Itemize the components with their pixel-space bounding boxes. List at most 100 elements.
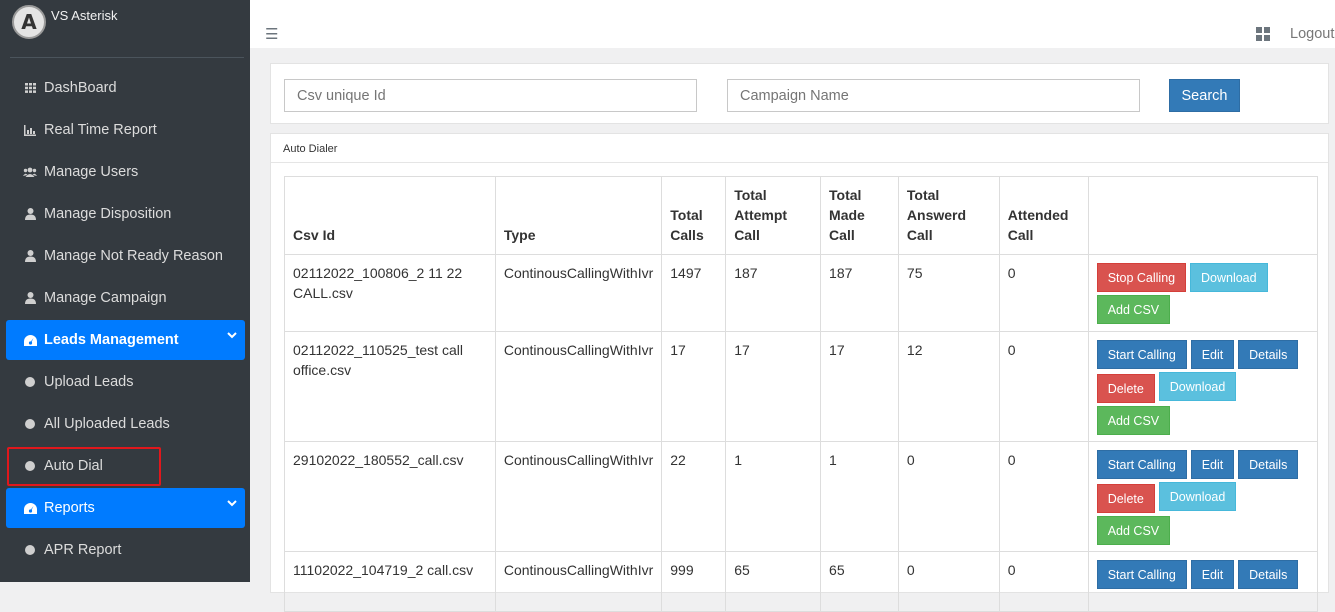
sidebar-item-leads-management[interactable]: Leads Management	[6, 320, 245, 360]
cell-total-made: 187	[820, 254, 899, 332]
sidebar-item-label: Manage Users	[44, 164, 139, 180]
sidebar-item-all-uploaded-leads[interactable]: All Uploaded Leads	[6, 404, 245, 444]
apps-grid-icon[interactable]	[1256, 27, 1270, 41]
brand-name: VS Asterisk	[51, 8, 118, 23]
sidebar-item-apr-report[interactable]: APR Report	[6, 530, 245, 570]
brand[interactable]: A VS Asterisk	[0, 0, 250, 46]
download-button[interactable]: Download	[1158, 372, 1237, 401]
column-header-type[interactable]: Type	[494, 176, 663, 255]
column-header-total-attempt-call[interactable]: Total Attempt Call	[725, 176, 822, 255]
start-calling-button[interactable]: Start Calling	[1096, 450, 1187, 479]
search-card: Search	[270, 63, 1329, 124]
cell-total-made: 17	[820, 331, 899, 442]
cell-total-made: 1	[820, 441, 899, 552]
sidebar-item-label: Leads Management	[44, 332, 179, 348]
sidebar-item-label: Real Time Report	[44, 122, 157, 138]
table-row: 02112022_100806_2 11 22 CALL.csv Contino…	[284, 254, 1319, 332]
download-button[interactable]: Download	[1190, 263, 1268, 292]
logout-link[interactable]: Logout	[1290, 26, 1334, 42]
cell-type: ContinousCallingWithIvr	[494, 254, 663, 332]
edit-button[interactable]: Edit	[1190, 450, 1235, 479]
table-row: 29102022_180552_call.csv ContinousCallin…	[284, 441, 1319, 552]
details-button[interactable]: Details	[1238, 450, 1299, 479]
add-csv-button[interactable]: Add CSV	[1096, 406, 1171, 435]
sidebar-item-manage-users[interactable]: Manage Users	[6, 152, 245, 192]
circle-icon	[22, 545, 38, 555]
column-header-actions	[1087, 176, 1319, 255]
sidebar-item-label: Reports	[44, 500, 95, 516]
cell-total-calls: 1497	[661, 254, 727, 332]
campaign-name-input[interactable]	[727, 79, 1140, 112]
user-icon	[22, 208, 38, 220]
cell-attended: 0	[998, 331, 1089, 442]
sidebar: A VS Asterisk DashBoard Real Time Report…	[0, 0, 250, 582]
download-button[interactable]: Download	[1158, 482, 1237, 511]
sidebar-item-real-time-report[interactable]: Real Time Report	[6, 110, 245, 150]
add-csv-button[interactable]: Add CSV	[1096, 516, 1171, 545]
circle-icon	[22, 377, 38, 387]
cell-total-answerd: 75	[897, 254, 1000, 332]
cell-attended: 0	[998, 254, 1089, 332]
sidebar-item-label: Manage Campaign	[44, 290, 167, 306]
cell-type: ContinousCallingWithIvr	[494, 331, 663, 442]
cell-total-attempt: 1	[725, 441, 822, 552]
gauge-icon	[22, 502, 38, 514]
circle-icon	[22, 419, 38, 429]
column-header-csv-id[interactable]: Csv Id	[284, 176, 496, 255]
cell-type: ContinousCallingWithIvr	[494, 441, 663, 552]
add-csv-button[interactable]: Add CSV	[1096, 295, 1171, 324]
auto-dialer-table: Csv Id Type Total Calls Total Attempt Call …	[284, 176, 1319, 612]
sidebar-item-manage-disposition[interactable]: Manage Disposition	[6, 194, 245, 234]
sidebar-item-dashboard[interactable]: DashBoard	[6, 68, 245, 108]
grid-icon	[22, 83, 38, 93]
cell-actions: Start Calling Edit Details Delete Downlo…	[1087, 331, 1319, 442]
stop-calling-button[interactable]: Stop Calling	[1096, 263, 1187, 292]
cell-total-answerd: 0	[897, 441, 1000, 552]
column-header-total-answerd-call[interactable]: Total Answerd Call	[897, 176, 1000, 255]
sidebar-item-upload-leads[interactable]: Upload Leads	[6, 362, 245, 402]
sidebar-item-label: DashBoard	[44, 80, 117, 96]
card-title: Auto Dialer	[283, 143, 338, 155]
details-button[interactable]: Details	[1238, 340, 1299, 369]
sidebar-item-manage-campaign[interactable]: Manage Campaign	[6, 278, 245, 318]
chevron-down-icon	[227, 328, 237, 342]
column-header-total-calls[interactable]: Total Calls	[661, 176, 727, 255]
sidebar-divider	[10, 57, 244, 58]
table-row: 02112022_110525_test call office.csv Con…	[284, 331, 1319, 442]
table-header-row: Csv Id Type Total Calls Total Attempt Call …	[284, 176, 1319, 255]
column-header-attended-call[interactable]: Attended Call	[998, 176, 1089, 255]
cell-total-answerd: 12	[897, 331, 1000, 442]
edit-button[interactable]: Edit	[1190, 560, 1235, 589]
chart-icon	[22, 124, 38, 136]
sidebar-item-label: Upload Leads	[44, 374, 134, 390]
cell-total-calls: 17	[661, 331, 727, 442]
user-icon	[22, 292, 38, 304]
brand-logo: A	[12, 5, 46, 39]
cell-csv-id: 02112022_100806_2 11 22 CALL.csv	[284, 254, 496, 332]
column-header-total-made-call[interactable]: Total Made Call	[820, 176, 899, 255]
delete-button[interactable]: Delete	[1096, 484, 1155, 513]
card-divider	[271, 162, 1328, 163]
csv-id-input[interactable]	[284, 79, 697, 112]
start-calling-button[interactable]: Start Calling	[1096, 340, 1187, 369]
sidebar-item-label: Manage Not Ready Reason	[44, 248, 223, 264]
delete-button[interactable]: Delete	[1096, 374, 1155, 403]
details-button[interactable]: Details	[1238, 560, 1299, 589]
edit-button[interactable]: Edit	[1190, 340, 1235, 369]
cell-actions: Stop Calling Download Add CSV	[1087, 254, 1319, 332]
sidebar-item-manage-not-ready-reason[interactable]: Manage Not Ready Reason	[6, 236, 245, 276]
cell-actions: Start Calling Edit Details Delete Downlo…	[1087, 441, 1319, 552]
menu-icon[interactable]: ☰	[265, 25, 278, 43]
cell-attended: 0	[998, 441, 1089, 552]
chevron-down-icon	[227, 496, 237, 510]
topbar: ☰ Logout	[250, 0, 1335, 48]
cell-csv-id: 02112022_110525_test call office.csv	[284, 331, 496, 442]
cell-total-attempt: 187	[725, 254, 822, 332]
sidebar-item-label: Manage Disposition	[44, 206, 172, 222]
search-button[interactable]: Search	[1169, 79, 1240, 112]
highlight-box	[7, 447, 161, 486]
auto-dialer-card: Auto Dialer Csv Id Type Total Calls Total…	[270, 133, 1329, 612]
sidebar-item-reports[interactable]: Reports	[6, 488, 245, 528]
start-calling-button[interactable]: Start Calling	[1096, 560, 1187, 589]
cell-total-attempt: 17	[725, 331, 822, 442]
